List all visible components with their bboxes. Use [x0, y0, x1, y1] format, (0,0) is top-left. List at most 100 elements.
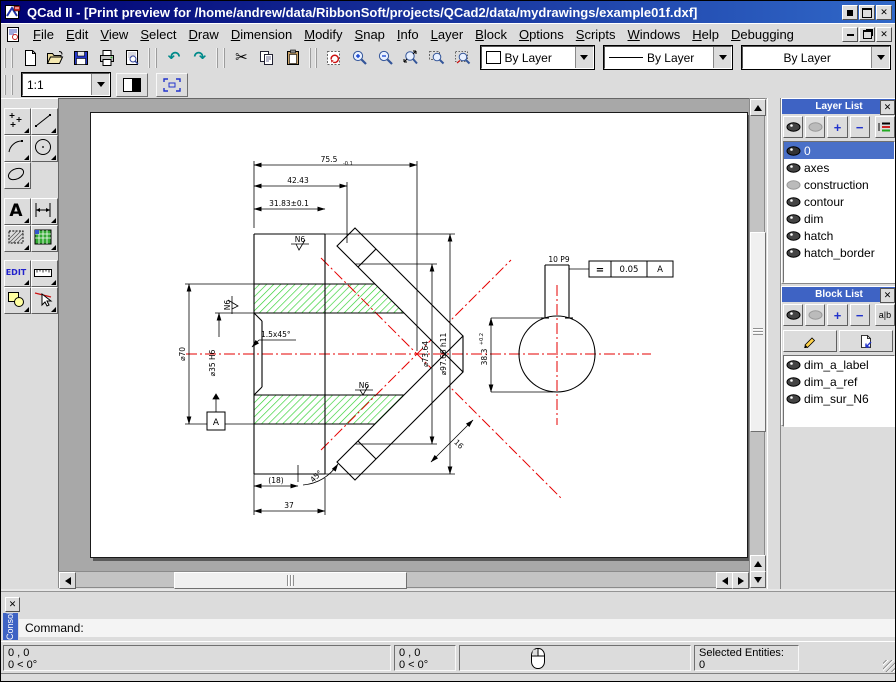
eye-closed-icon[interactable] [786, 180, 801, 190]
zoom-out-button[interactable] [374, 46, 398, 70]
edit-layer-button[interactable] [875, 116, 895, 138]
menu-item-file[interactable]: File [27, 26, 60, 43]
menu-item-scripts[interactable]: Scripts [570, 26, 622, 43]
block-list-close-icon[interactable]: ✕ [880, 288, 895, 303]
console-close-button[interactable]: ✕ [5, 597, 20, 612]
menu-item-view[interactable]: View [94, 26, 134, 43]
vertical-scrollbar[interactable] [749, 98, 765, 588]
eye-icon[interactable] [786, 231, 801, 241]
rename-block-button[interactable]: a|b [875, 304, 895, 326]
menu-item-modify[interactable]: Modify [298, 26, 348, 43]
print-button[interactable] [95, 46, 119, 70]
edit-block-button[interactable] [783, 330, 837, 352]
save-button[interactable] [69, 46, 93, 70]
mdi-document-icon[interactable] [5, 27, 21, 43]
measure-tool-button[interactable] [31, 260, 58, 287]
linewidth-combo-arrow[interactable] [871, 47, 889, 68]
eye-icon[interactable] [786, 248, 801, 258]
dock-splitter[interactable] [767, 98, 781, 589]
edit-tool-button[interactable]: EDIT [4, 260, 31, 287]
eye-icon[interactable] [786, 360, 801, 370]
color-combo[interactable]: By Layer [481, 46, 594, 69]
menu-item-debugging[interactable]: Debugging [725, 26, 800, 43]
resize-grip[interactable] [883, 660, 895, 672]
eye-icon[interactable] [786, 197, 801, 207]
add-block-button[interactable]: + [827, 304, 847, 326]
zoom-auto-button[interactable] [399, 46, 423, 70]
close-button[interactable]: ✕ [876, 5, 892, 20]
command-input[interactable]: Command: [19, 619, 896, 637]
insert-block-button[interactable] [839, 330, 893, 352]
layer-row-contour[interactable]: contour [784, 193, 894, 210]
text-tool-button[interactable]: A [4, 198, 31, 225]
menu-item-draw[interactable]: Draw [182, 26, 224, 43]
block-row-dim-a-ref[interactable]: dim_a_ref [784, 373, 894, 390]
scroll-left-button-2[interactable] [716, 572, 733, 589]
scale-combo-arrow[interactable] [91, 74, 109, 95]
maximize-button[interactable] [859, 5, 875, 20]
block-row-dim-sur-n6[interactable]: dim_sur_N6 [784, 390, 894, 407]
print-preview-workspace[interactable]: A = 0.05 A N6 [58, 98, 750, 572]
menu-item-select[interactable]: Select [134, 26, 182, 43]
paste-button[interactable] [281, 46, 305, 70]
points-tool-button[interactable] [4, 108, 31, 135]
layer-list-title[interactable]: Layer List ✕ [782, 99, 896, 114]
toolbar-handle[interactable] [4, 75, 13, 95]
vertical-scroll-thumb[interactable] [750, 232, 766, 432]
zoom-pan-button[interactable] [451, 46, 475, 70]
menu-item-snap[interactable]: Snap [349, 26, 391, 43]
eye-icon[interactable] [786, 163, 801, 173]
menu-item-layer[interactable]: Layer [425, 26, 470, 43]
ellipse-tool-button[interactable] [4, 162, 31, 189]
zoom-in-button[interactable] [348, 46, 372, 70]
new-file-button[interactable] [18, 46, 42, 70]
mdi-minimize-button[interactable] [842, 27, 858, 42]
undo-button[interactable]: ↶ [162, 46, 186, 70]
toolbar-handle[interactable] [4, 48, 13, 68]
linetype-combo-arrow[interactable] [713, 47, 731, 68]
block-row-dim-a-label[interactable]: dim_a_label [784, 356, 894, 373]
layer-row-construction[interactable]: construction [784, 176, 894, 193]
redraw-button[interactable] [322, 46, 346, 70]
minimize-button[interactable] [842, 5, 858, 20]
layer-row-axes[interactable]: axes [784, 159, 894, 176]
mdi-restore-button[interactable] [859, 27, 875, 42]
layer-list-close-icon[interactable]: ✕ [880, 100, 895, 115]
print-preview-button[interactable] [121, 46, 145, 70]
menu-item-windows[interactable]: Windows [622, 26, 687, 43]
remove-block-button[interactable]: − [850, 304, 870, 326]
image-tool-button[interactable] [31, 225, 58, 252]
layer-row-hatch-border[interactable]: hatch_border [784, 244, 894, 261]
show-all-layers-button[interactable] [783, 116, 803, 138]
redo-button[interactable]: ↷ [188, 46, 212, 70]
menu-item-edit[interactable]: Edit [60, 26, 94, 43]
mdi-close-button[interactable]: ✕ [876, 27, 892, 42]
fit-to-page-button[interactable] [156, 73, 188, 97]
arc-tool-button[interactable] [4, 135, 31, 162]
layer-row-hatch[interactable]: hatch [784, 227, 894, 244]
title-bar[interactable]: QCad II - [Print preview for /home/andre… [1, 1, 895, 23]
black-white-toggle-button[interactable] [116, 73, 148, 97]
eye-icon[interactable] [786, 214, 801, 224]
eye-icon[interactable] [786, 146, 801, 156]
show-all-blocks-button[interactable] [783, 304, 803, 326]
menu-item-block[interactable]: Block [469, 26, 513, 43]
toolbar-handle[interactable] [216, 48, 225, 68]
block-list-title[interactable]: Block List ✕ [782, 287, 896, 302]
console-tab[interactable]: Consol [3, 613, 18, 640]
zoom-window-button[interactable] [425, 46, 449, 70]
menu-item-info[interactable]: Info [391, 26, 425, 43]
dimension-tool-button[interactable] [31, 198, 58, 225]
eye-icon[interactable] [786, 394, 801, 404]
menu-item-options[interactable]: Options [513, 26, 570, 43]
line-tool-button[interactable] [31, 108, 58, 135]
open-file-button[interactable] [44, 46, 68, 70]
hide-all-layers-button[interactable] [805, 116, 825, 138]
circle-tool-button[interactable] [31, 135, 58, 162]
toolbar-handle[interactable] [148, 48, 157, 68]
toolbar-handle[interactable] [309, 48, 318, 68]
menu-item-dimension[interactable]: Dimension [225, 26, 298, 43]
layer-row-dim[interactable]: dim [784, 210, 894, 227]
menu-item-help[interactable]: Help [686, 26, 725, 43]
hide-all-blocks-button[interactable] [805, 304, 825, 326]
